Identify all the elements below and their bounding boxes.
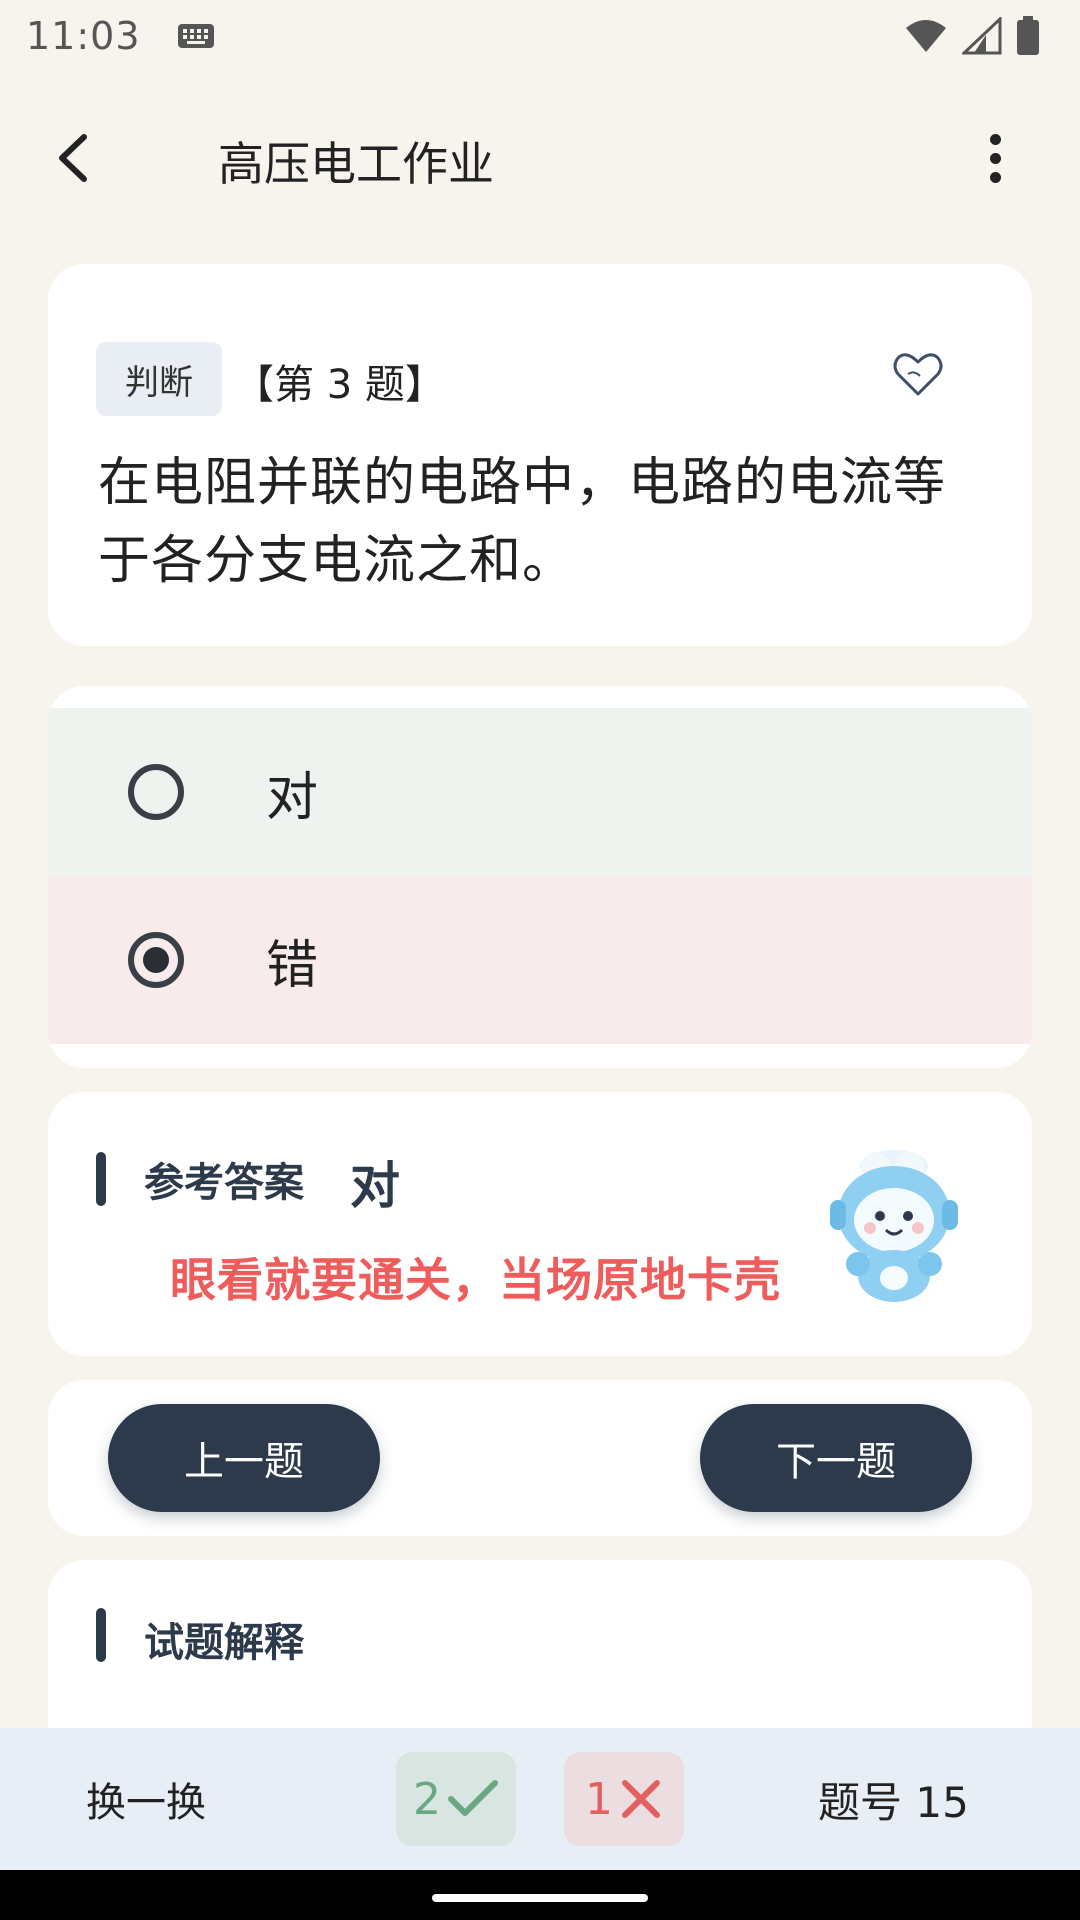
explanation-heading: 试题解释 — [144, 1620, 304, 1666]
wrong-count-badge[interactable]: 1 — [564, 1752, 684, 1846]
app-bar: 高压电工作业 — [0, 100, 1080, 216]
question-number: 【第 3 题】 — [234, 362, 445, 408]
favorite-heart-icon[interactable] — [890, 346, 946, 402]
swap-button[interactable]: 换一换 — [86, 1770, 206, 1828]
answer-card: 参考答案 对 眼看就要通关，当场原地卡壳 — [48, 1092, 1032, 1356]
keyboard-icon — [177, 24, 214, 48]
home-indicator[interactable] — [432, 1894, 648, 1902]
navigation-card: 上一题 下一题 — [48, 1380, 1032, 1536]
question-type-tag: 判断 — [96, 342, 222, 416]
more-dot-icon — [989, 152, 1001, 164]
section-accent-bar — [96, 1152, 106, 1206]
mascot-robot-icon — [830, 1150, 958, 1302]
status-time: 11:03 — [26, 14, 141, 58]
cross-icon — [622, 1780, 660, 1818]
question-text: 在电阻并联的电路中，电路的电流等于各分支电流之和。 — [98, 453, 947, 591]
answer-value: 对 — [350, 1157, 400, 1215]
question-card: 判断 【第 3 题】 在电阻并联的电路中，电路的电流等于各分支电流之和。 — [48, 264, 1032, 646]
status-bar: 11:03 — [0, 0, 1080, 72]
radio-button-unselected[interactable] — [128, 764, 184, 820]
battery-icon — [1017, 16, 1039, 55]
system-nav-bar — [0, 1870, 1080, 1920]
signal-icon — [962, 17, 1002, 55]
wrong-count: 1 — [585, 1773, 613, 1825]
previous-question-button[interactable]: 上一题 — [108, 1404, 380, 1512]
option-wrong[interactable]: 错 — [48, 876, 1032, 1044]
wifi-icon — [906, 20, 946, 52]
back-arrow-icon — [59, 134, 87, 182]
more-dot-icon — [989, 171, 1001, 183]
more-menu-button[interactable] — [970, 128, 1020, 188]
page-title: 高压电工作业 — [218, 137, 494, 191]
option-correct[interactable]: 对 — [48, 708, 1032, 876]
radio-button-selected[interactable] — [128, 932, 184, 988]
correct-count: 2 — [413, 1773, 441, 1825]
bottom-toolbar: 换一换 2 1 题号 15 — [0, 1728, 1080, 1870]
next-question-button[interactable]: 下一题 — [700, 1404, 972, 1512]
check-icon — [448, 1780, 498, 1816]
more-dot-icon — [989, 133, 1001, 145]
correct-count-badge[interactable]: 2 — [396, 1752, 516, 1846]
options-card: 对 错 — [48, 686, 1032, 1068]
back-button[interactable] — [44, 128, 104, 188]
answer-heading: 参考答案 — [144, 1160, 304, 1206]
option-label: 错 — [266, 935, 319, 996]
option-label: 对 — [266, 767, 319, 828]
answer-slogan: 眼看就要通关，当场原地卡壳 — [170, 1253, 781, 1307]
section-accent-bar — [96, 1608, 106, 1662]
question-number-indicator[interactable]: 题号 15 — [818, 1769, 969, 1830]
